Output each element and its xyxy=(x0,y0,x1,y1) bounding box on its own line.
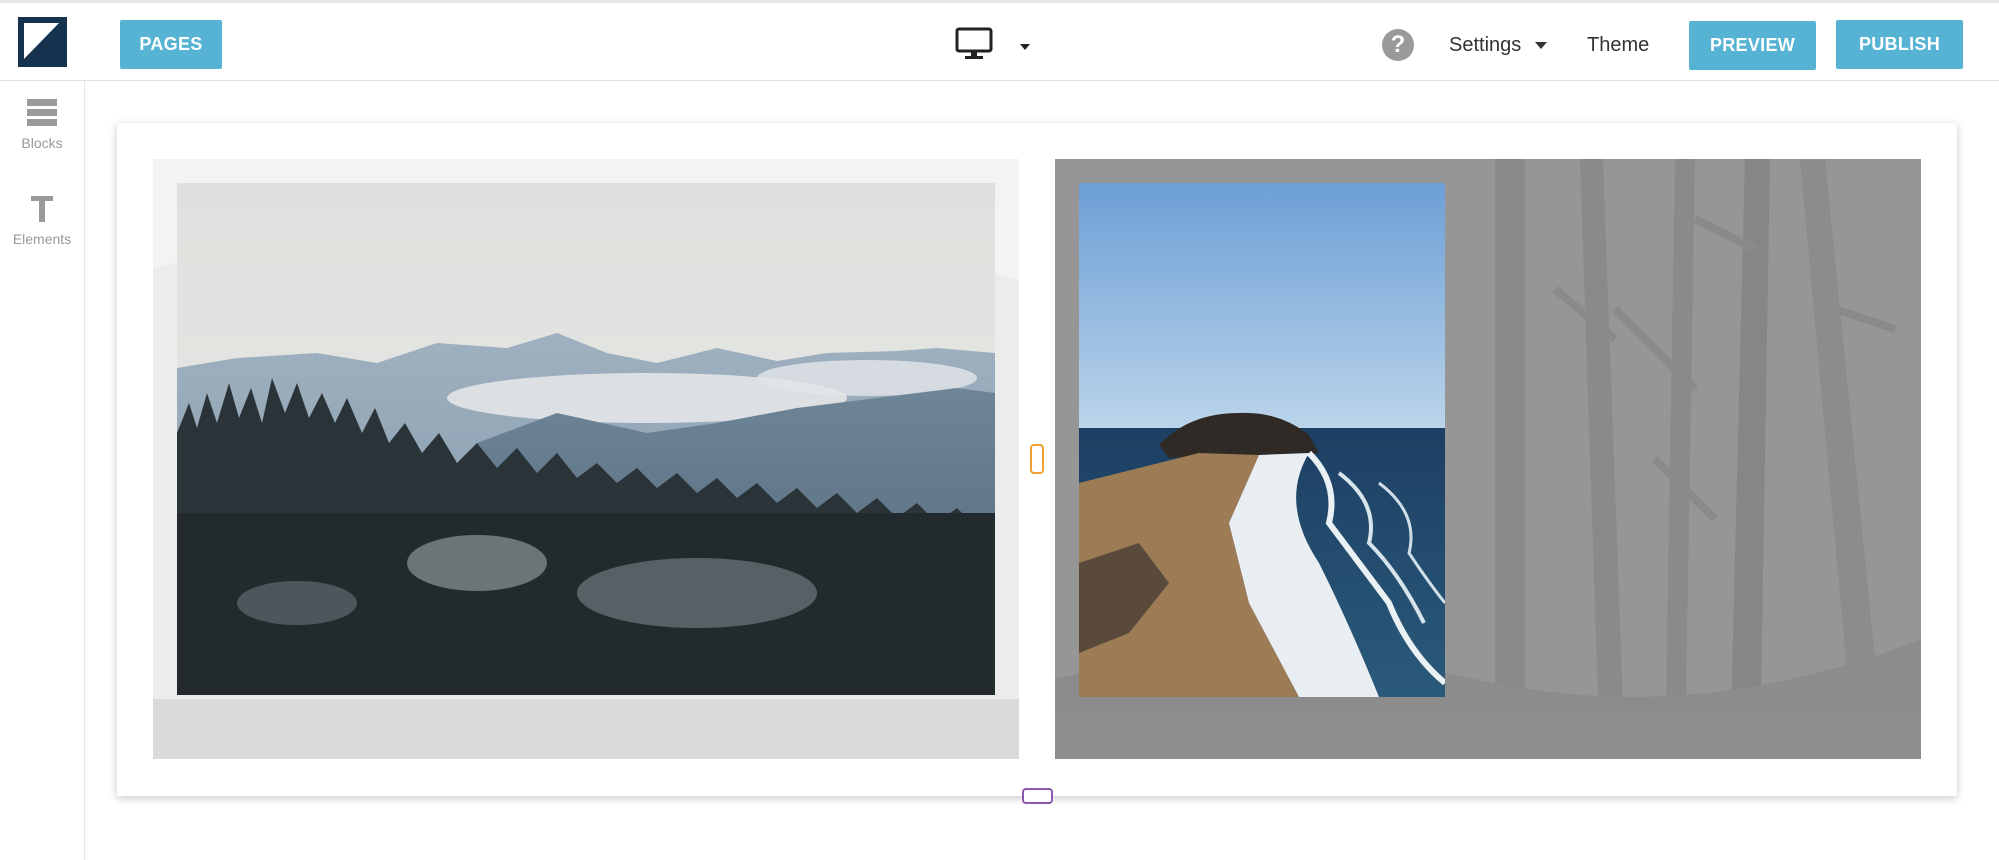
sidebar-item-label: Elements xyxy=(12,231,72,247)
pages-button[interactable]: PAGES xyxy=(120,20,222,69)
app-logo[interactable] xyxy=(18,17,67,67)
device-dropdown-icon[interactable] xyxy=(1018,39,1032,50)
coastal-beach-photo[interactable] xyxy=(1079,183,1445,697)
preview-button[interactable]: PREVIEW xyxy=(1689,21,1816,70)
desktop-monitor-icon[interactable] xyxy=(955,27,993,61)
blocks-icon xyxy=(0,99,84,127)
publish-button[interactable]: PUBLISH xyxy=(1836,20,1963,69)
chevron-down-icon xyxy=(1535,41,1548,49)
mountain-forest-photo[interactable] xyxy=(177,183,995,695)
sidebar-item-elements[interactable]: Elements xyxy=(0,195,84,247)
settings-menu[interactable]: Settings xyxy=(1449,31,1548,59)
theme-menu[interactable]: Theme xyxy=(1587,31,1649,59)
sidebar-item-label: Blocks xyxy=(21,135,63,151)
left-sidebar: Blocks Elements xyxy=(0,81,85,860)
row-resize-handle[interactable] xyxy=(1022,788,1053,804)
top-toolbar: PAGES ? Settings Theme PREVIEW PUBLISH xyxy=(0,0,1999,81)
help-icon[interactable]: ? xyxy=(1382,29,1414,61)
sidebar-item-blocks[interactable]: Blocks xyxy=(0,99,84,151)
settings-label: Settings xyxy=(1449,33,1522,56)
column-resize-handle[interactable] xyxy=(1030,444,1044,474)
text-t-icon xyxy=(0,195,84,223)
